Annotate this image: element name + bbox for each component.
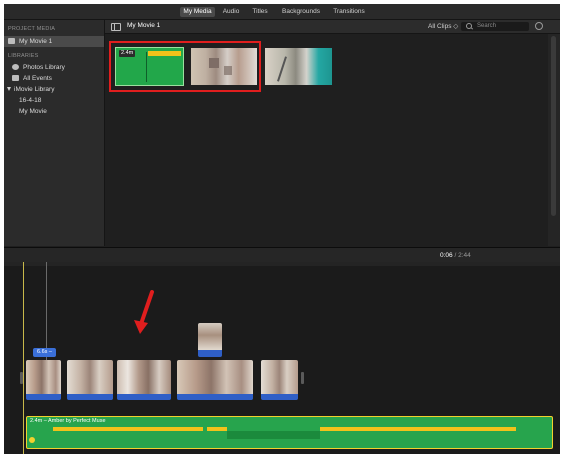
library-sidebar: PROJECT MEDIA My Movie 1 LIBRARIES Photo… bbox=[4, 20, 105, 246]
sidebar-item-my-movie-1[interactable]: My Movie 1 bbox=[4, 36, 104, 47]
timeline-header: 0:06 / 2:44 bbox=[4, 248, 560, 262]
tab-titles[interactable]: Titles bbox=[249, 7, 271, 17]
tab-transitions[interactable]: Transitions bbox=[330, 7, 368, 17]
project-title: My Movie 1 bbox=[127, 22, 161, 29]
clip-thumbnail bbox=[67, 360, 113, 394]
sidebar-item-my-movie[interactable]: My Movie bbox=[19, 108, 47, 115]
sidebar-item-photos-library[interactable]: Photos Library bbox=[12, 64, 65, 71]
events-icon bbox=[12, 75, 19, 81]
timeline-clip[interactable] bbox=[117, 360, 171, 400]
clip-audio-waveform bbox=[177, 394, 253, 400]
clip-audio-waveform bbox=[117, 394, 171, 400]
tab-my-media[interactable]: My Media bbox=[180, 7, 215, 17]
red-arrow-annotation bbox=[134, 290, 154, 334]
timeline-clip[interactable] bbox=[67, 360, 113, 400]
project-media-header: PROJECT MEDIA bbox=[8, 26, 56, 32]
browser-header: My Movie 1 All Clips ◇ Search bbox=[105, 20, 560, 34]
music-waveform bbox=[320, 427, 516, 431]
timeline-panel: 0:06 / 2:44 6.6s – 2.4m – Amber by Perfe… bbox=[4, 247, 560, 454]
clips-filter-dropdown[interactable]: All Clips ◇ bbox=[428, 22, 458, 30]
toggle-sidebar-icon[interactable] bbox=[111, 23, 121, 31]
settings-gear-icon[interactable] bbox=[535, 22, 543, 30]
libraries-header: LIBRARIES bbox=[8, 53, 39, 59]
cutaway-clip[interactable] bbox=[198, 323, 222, 357]
music-waveform bbox=[53, 427, 203, 431]
sidebar-item-imovie-library[interactable]: iMovie Library bbox=[7, 86, 54, 93]
clip-thumbnail bbox=[117, 360, 171, 394]
film-icon bbox=[8, 38, 15, 44]
sidebar-item-label: All Events bbox=[23, 75, 52, 82]
scrollbar-thumb[interactable] bbox=[551, 36, 556, 216]
sidebar-item-label: My Movie 1 bbox=[19, 38, 53, 45]
media-tab-bar: My Media Audio Titles Backgrounds Transi… bbox=[4, 4, 560, 20]
search-input[interactable]: Search bbox=[461, 22, 529, 31]
highlight-annotation-box bbox=[109, 41, 261, 92]
timeline-clip[interactable] bbox=[261, 360, 298, 400]
tab-backgrounds[interactable]: Backgrounds bbox=[280, 7, 322, 17]
background-music-track[interactable]: 2.4m – Amber by Perfect Muse bbox=[26, 416, 553, 449]
clip-audio-waveform bbox=[26, 394, 61, 400]
clip-audio-waveform bbox=[198, 350, 222, 357]
sidebar-item-all-events[interactable]: All Events bbox=[12, 75, 52, 82]
browser-scrollbar[interactable] bbox=[548, 34, 560, 246]
timeline-end-handle[interactable] bbox=[301, 372, 304, 384]
clip-audio-waveform bbox=[261, 394, 298, 400]
sidebar-item-event-16-4-18[interactable]: 16-4-18 bbox=[19, 97, 41, 104]
search-icon bbox=[466, 23, 472, 29]
clip-thumbnail bbox=[177, 360, 253, 394]
clip-detail bbox=[277, 56, 287, 82]
title-clip[interactable]: 6.6s – bbox=[33, 348, 56, 357]
total-time: 2:44 bbox=[458, 252, 471, 259]
tab-audio[interactable]: Audio bbox=[220, 7, 242, 17]
clip-thumbnail bbox=[261, 360, 298, 394]
current-time: 0:06 bbox=[440, 252, 453, 259]
timeline-clip[interactable] bbox=[26, 360, 61, 400]
playhead[interactable] bbox=[23, 262, 24, 454]
media-browser: 2.4m bbox=[105, 34, 548, 246]
music-track-label: 2.4m – Amber by Perfect Muse bbox=[30, 418, 106, 424]
clip-audio-waveform bbox=[67, 394, 113, 400]
photos-icon bbox=[12, 64, 19, 70]
clip-thumbnail bbox=[26, 360, 61, 394]
disclosure-triangle-icon[interactable] bbox=[7, 87, 11, 91]
timeline-clip[interactable] bbox=[177, 360, 253, 400]
timecode-readout: 0:06 / 2:44 bbox=[440, 252, 471, 259]
timeline-ruler[interactable] bbox=[4, 262, 560, 266]
music-waveform-quiet bbox=[227, 431, 320, 439]
sidebar-item-label: iMovie Library bbox=[14, 86, 55, 93]
sidebar-item-label: Photos Library bbox=[23, 64, 65, 71]
volume-knob-icon[interactable] bbox=[29, 437, 35, 443]
imovie-window: My Media Audio Titles Backgrounds Transi… bbox=[4, 4, 560, 454]
music-waveform bbox=[207, 427, 227, 431]
clip-thumbnail bbox=[198, 323, 222, 350]
search-placeholder: Search bbox=[477, 23, 497, 29]
media-clip[interactable] bbox=[265, 48, 332, 85]
